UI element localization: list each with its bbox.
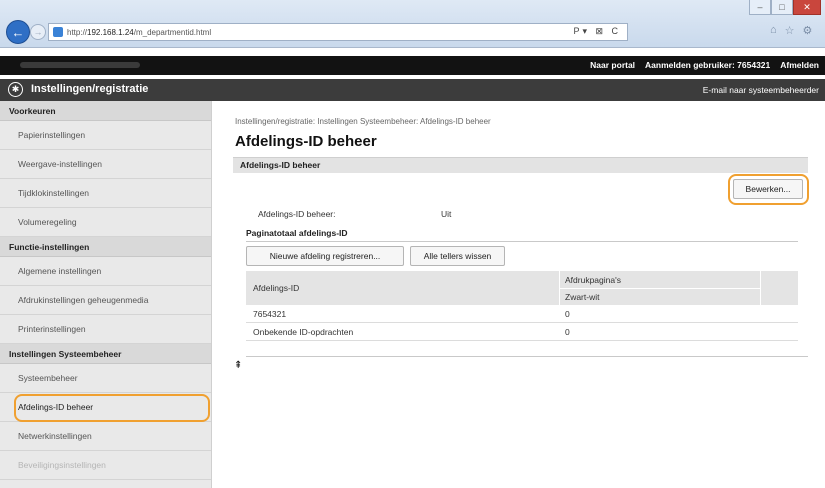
close-button[interactable]: ✕ [793,0,821,15]
window-controls: – □ ✕ [749,0,821,15]
sidebar-item-network[interactable]: Netwerkinstellingen [0,422,211,451]
mail-admin-link[interactable]: E-mail naar systeembeheerder [703,85,819,95]
maximize-button[interactable]: □ [771,0,793,15]
col-print-pages: Afdrukpagina's [565,275,621,285]
sidebar-heading-preferences: Voorkeuren [0,101,211,121]
clear-counters-button[interactable]: Alle tellers wissen [410,246,505,266]
page-title: Afdelings-ID beheer [235,133,377,150]
sidebar-heading-functions: Functie-instellingen [0,237,211,257]
setting-value: Uit [441,209,452,219]
top-bar: Naar portal Aanmelden gebruiker: 7654321… [0,56,825,75]
sidebar-item-timer[interactable]: Tijdklokinstellingen [0,179,211,208]
browser-toolbar: – □ ✕ ← → http://192.168.1.24/m_departme… [0,0,825,48]
sidebar-item-volume[interactable]: Volumeregeling [0,208,211,237]
table-header: Afdelings-ID Afdrukpagina's Zwart-wit [246,271,798,305]
url-text: http://192.168.1.24/m_departmentid.html [67,27,212,37]
col-black-white: Zwart-wit [565,292,600,302]
logout-link[interactable]: Afmelden [780,60,819,70]
login-info: Aanmelden gebruiker: 7654321 [645,60,771,70]
address-bar[interactable]: http://192.168.1.24/m_departmentid.html … [48,23,628,41]
row-id: Onbekende ID-opdrachten [253,327,354,337]
header-col-divider [559,271,560,305]
table-row: 7654321 0 [246,306,798,323]
setting-label: Afdelings-ID beheer: [258,209,336,219]
address-actions[interactable]: P▾ ⊠ C [573,26,621,37]
table-row: Onbekende ID-opdrachten 0 [246,324,798,341]
device-name-blurred [20,62,140,68]
app-title: Instellingen/registratie [31,83,149,95]
page-icon [53,27,63,37]
register-department-button[interactable]: Nieuwe afdeling registreren... [246,246,404,266]
portal-link[interactable]: Naar portal [590,60,635,70]
sidebar: Voorkeuren Papierinstellingen Weergave-i… [0,101,212,488]
header-divider [560,288,760,289]
header-col-divider [760,271,761,305]
title-bar: ✱ Instellingen/registratie E-mail naar s… [0,79,825,101]
col-department-id: Afdelings-ID [253,283,300,293]
row-id: 7654321 [253,309,287,319]
sidebar-item-media-print[interactable]: Afdrukinstellingen geheugenmedia [0,286,211,315]
arrow-right-icon: → [33,27,43,37]
browser-icons: ⌂ ☆ ⚙ [770,24,812,37]
sidebar-item-display[interactable]: Weergave-instellingen [0,150,211,179]
arrow-left-icon: ← [11,24,25,40]
counter-heading: Paginatotaal afdelings-ID [246,228,348,238]
section-header: Afdelings-ID beheer [233,157,808,173]
sidebar-item-department-id[interactable]: Afdelings-ID beheer [0,393,211,422]
sidebar-item-paper[interactable]: Papierinstellingen [0,121,211,150]
forward-button[interactable]: → [30,24,46,40]
back-button[interactable]: ← [6,20,30,44]
sidebar-item-security[interactable]: Beveiligingsinstellingen [0,451,211,480]
settings-icon: ✱ [8,82,23,97]
gear-icon[interactable]: ⚙ [803,24,813,37]
home-icon[interactable]: ⌂ [770,24,777,37]
row-bw: 0 [565,327,570,337]
breadcrumb: Instellingen/registratie: Instellingen S… [235,117,491,126]
sidebar-item-general[interactable]: Algemene instellingen [0,257,211,286]
sidebar-item-system[interactable]: Systeembeheer [0,364,211,393]
table-end-line [246,356,808,357]
star-icon[interactable]: ☆ [785,24,795,37]
divider [246,241,798,242]
sidebar-heading-management: Instellingen Systeembeheer [0,344,211,364]
minimize-button[interactable]: – [749,0,771,15]
row-bw: 0 [565,309,570,319]
edit-button[interactable]: Bewerken... [733,179,803,199]
to-top-icon[interactable]: ⇞ [234,360,242,371]
sidebar-item-printer[interactable]: Printerinstellingen [0,315,211,344]
